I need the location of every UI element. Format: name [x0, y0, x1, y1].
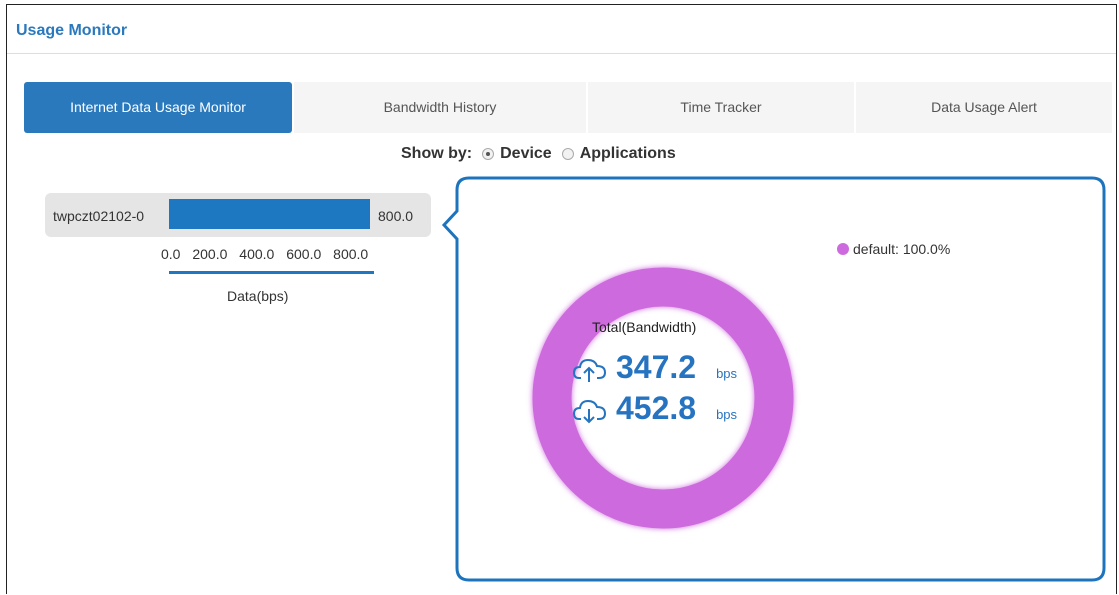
upload-rate: 347.2 bps [572, 349, 737, 386]
donut-legend[interactable]: default: 100.0% [837, 241, 950, 257]
upload-unit: bps [716, 366, 738, 381]
legend-label: default: 100.0% [853, 241, 951, 257]
usage-monitor-frame: Usage Monitor Internet Data Usage Monito… [6, 4, 1117, 594]
cloud-upload-icon [572, 358, 607, 382]
cloud-download-icon [572, 399, 607, 424]
download-rate: 452.8 bps [572, 390, 737, 427]
donut-panel [441, 176, 1106, 582]
legend-color-dot [837, 243, 849, 255]
total-bandwidth-label: Total(Bandwidth) [592, 319, 697, 335]
upload-value: 347.2 [616, 349, 697, 385]
download-value: 452.8 [616, 390, 697, 426]
download-unit: bps [716, 407, 738, 422]
